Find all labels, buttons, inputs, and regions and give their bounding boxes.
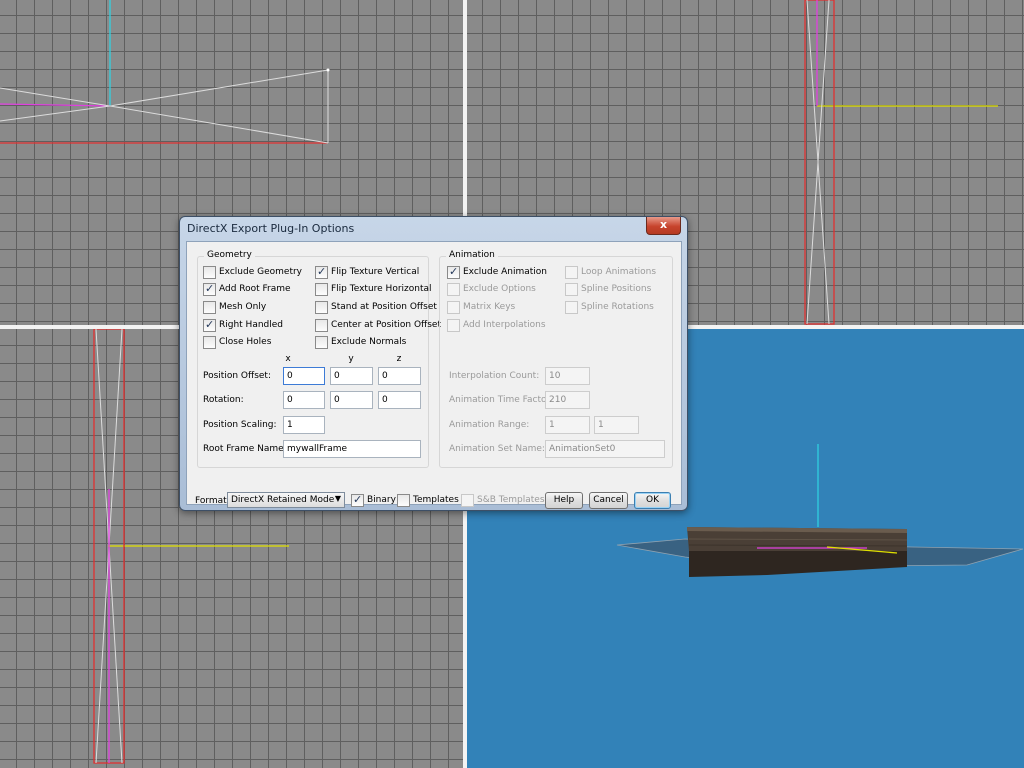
checkbox-box[interactable] — [315, 265, 328, 279]
root-frame-name-label: Root Frame Name: — [203, 444, 287, 454]
checkbox-box[interactable] — [203, 301, 216, 314]
interpolation-count-input: 10 — [545, 367, 590, 385]
checkbox-label: Matrix Keys — [463, 302, 516, 312]
geometry-group-label: Geometry — [204, 250, 255, 260]
animation-set-name-label: Animation Set Name: — [449, 444, 545, 454]
checkbox-label: Spline Positions — [581, 284, 652, 294]
position-offset-x-input[interactable]: 0 — [283, 367, 325, 385]
checkbox-box[interactable] — [203, 282, 216, 296]
checkbox-box — [565, 301, 578, 314]
checkbox-box — [447, 301, 460, 314]
cancel-button[interactable]: Cancel — [589, 492, 628, 509]
checkbox-box[interactable] — [447, 265, 460, 279]
animation-range-label: Animation Range: — [449, 420, 530, 430]
export-options-dialog: DirectX Export Plug-In Options x Geometr… — [179, 216, 688, 511]
ok-button[interactable]: OK — [634, 492, 671, 509]
position-scaling-label: Position Scaling: — [203, 420, 277, 430]
help-button[interactable]: Help — [545, 492, 583, 509]
position-scaling-input[interactable]: 1 — [283, 416, 325, 434]
animation-range-end-input: 1 — [594, 416, 639, 434]
checkbox-label: Flip Texture Horizontal — [331, 284, 432, 294]
checkbox-box — [461, 494, 474, 507]
format-label: Format: — [195, 496, 230, 506]
checkbox-label: Spline Rotations — [581, 302, 654, 312]
interpolation-count-label: Interpolation Count: — [449, 371, 540, 381]
checkbox-box[interactable] — [315, 301, 328, 314]
dialog-title: DirectX Export Plug-In Options — [187, 222, 355, 235]
checkbox-label: Exclude Normals — [331, 337, 407, 347]
format-select-value: DirectX Retained Mode — [231, 495, 335, 505]
position-offset-z-input[interactable]: 0 — [378, 367, 421, 385]
checkbox-label: Exclude Options — [463, 284, 536, 294]
checkbox-label: S&B Templates — [477, 495, 545, 505]
checkbox-box[interactable] — [315, 283, 328, 296]
checkbox-box — [447, 283, 460, 296]
checkbox-box[interactable] — [203, 318, 216, 332]
checkbox-box[interactable] — [203, 266, 216, 279]
checkbox-label: Stand at Position Offset — [331, 302, 437, 312]
close-button[interactable]: x — [646, 217, 681, 235]
checkbox-box — [565, 266, 578, 279]
checkbox-label: Loop Animations — [581, 267, 657, 277]
checkbox-label: Right Handled — [219, 320, 284, 330]
checkbox-box — [565, 283, 578, 296]
checkbox-label: Binary — [367, 495, 396, 505]
checkbox-label: Add Interpolations — [463, 320, 546, 330]
animation-time-factor-input: 210 — [545, 391, 590, 409]
checkbox-label: Exclude Geometry — [219, 267, 302, 277]
checkbox-label: Close Holes — [219, 337, 272, 347]
checkbox-label: Exclude Animation — [463, 267, 548, 277]
animation-set-name-input: AnimationSet0 — [545, 440, 665, 458]
checkbox-box[interactable] — [397, 494, 410, 507]
format-select[interactable]: DirectX Retained Mode ▼ — [227, 492, 345, 508]
rotation-label: Rotation: — [203, 395, 244, 405]
rotation-z-input[interactable]: 0 — [378, 391, 421, 409]
animation-time-factor-label: Animation Time Factor: — [449, 395, 554, 405]
checkbox-label: Center at Position Offset — [331, 320, 441, 330]
axis-label-x: x — [285, 354, 291, 364]
root-frame-name-input[interactable]: mywallFrame — [283, 440, 421, 458]
position-offset-y-input[interactable]: 0 — [330, 367, 373, 385]
axis-label-z: z — [396, 354, 402, 364]
checkbox-box[interactable] — [351, 493, 364, 507]
checkbox-box[interactable] — [203, 336, 216, 349]
rotation-x-input[interactable]: 0 — [283, 391, 325, 409]
checkbox-box[interactable] — [315, 319, 328, 332]
checkbox-label: Mesh Only — [219, 302, 267, 312]
checkbox-label: Templates — [413, 495, 459, 505]
axis-label-y: y — [348, 354, 354, 364]
close-icon: x — [659, 218, 668, 231]
chevron-down-icon: ▼ — [334, 494, 341, 503]
rotation-y-input[interactable]: 0 — [330, 391, 373, 409]
position-offset-label: Position Offset: — [203, 371, 271, 381]
dialog-client-area: Geometry Exclude Geometry Add Root Frame… — [186, 241, 682, 509]
checkbox-box — [447, 319, 460, 332]
checkbox-label: Add Root Frame — [219, 284, 291, 294]
checkbox-box[interactable] — [315, 336, 328, 349]
checkbox-label: Flip Texture Vertical — [331, 267, 420, 277]
animation-range-start-input: 1 — [545, 416, 590, 434]
animation-group-label: Animation — [446, 250, 498, 260]
dialog-titlebar[interactable]: DirectX Export Plug-In Options x — [180, 217, 687, 241]
